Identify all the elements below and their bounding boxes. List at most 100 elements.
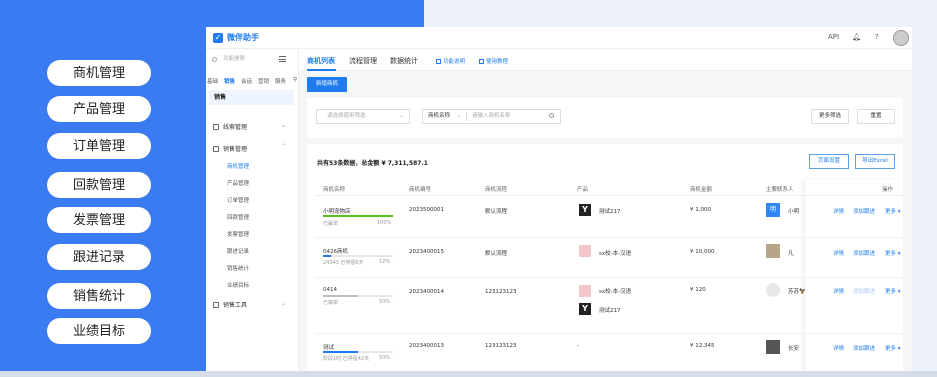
sidebar-item-targets[interactable]: 业绩目标 <box>227 281 249 289</box>
product-image <box>579 245 591 257</box>
field-selector[interactable]: 商机名称 <box>428 110 450 123</box>
more-dropdown[interactable]: 更多 ▾ <box>885 207 901 215</box>
sidebar-item-invoices[interactable]: 发票管理 <box>227 230 249 238</box>
progress-bar <box>323 215 393 217</box>
menu-icon[interactable] <box>279 56 286 62</box>
more-dropdown[interactable]: 更多 ▾ <box>885 249 901 257</box>
help-doc-link[interactable]: 功能说明 <box>436 57 465 65</box>
bell-icon[interactable]: 🔔︎ <box>852 33 861 41</box>
sidebar-tab-service[interactable]: 服务 <box>275 77 286 85</box>
sidebar-search-input[interactable]: 功能搜索 <box>209 54 277 65</box>
more-filters-button[interactable]: 更多筛选 <box>811 109 849 124</box>
pill-menu-item[interactable]: 回款管理 <box>47 172 151 198</box>
stage-status: 已输单 <box>323 300 339 306</box>
chevron-down-icon[interactable]: ⌄ <box>281 300 286 307</box>
process-name: 默认流程 <box>485 209 508 215</box>
stage-percent: 50% <box>379 299 391 305</box>
new-opportunity-button[interactable]: 新增商机 <box>307 77 347 92</box>
doc-icon <box>436 59 441 64</box>
sidebar-item-orders[interactable]: 订单管理 <box>227 196 249 204</box>
product-name[interactable]: 测试217 <box>599 207 621 215</box>
add-followup-link[interactable]: 添加跟进 <box>853 287 875 295</box>
sidebar-tab-marketing[interactable]: 营销 <box>258 77 269 85</box>
add-followup-link[interactable]: 添加跟进 <box>853 344 875 352</box>
main-content: 商机列表 流程管理 数据统计 功能说明 使用教程 新增商机 请选择使用筛选 ⌄ … <box>299 49 912 371</box>
help-icon[interactable]: ? <box>875 33 879 41</box>
sidebar-section-title: 销售 <box>209 90 294 105</box>
tab-process[interactable]: 流程管理 <box>349 56 377 66</box>
pill-menu-item[interactable]: 发票管理 <box>47 207 151 233</box>
search-input[interactable]: 请输入商机名称 <box>472 110 511 123</box>
table-header: 商机名称 商机编号 商机流程 产品 商机金额 主要联系人 操作 <box>315 180 903 196</box>
opportunity-name[interactable]: 测试 <box>323 343 334 351</box>
detail-link[interactable]: 详情 <box>833 249 844 257</box>
export-excel-button[interactable]: 导出Excel <box>855 154 895 169</box>
pill-menu-item[interactable]: 跟进记录 <box>47 244 151 270</box>
contact-name: 苏苏🦅 <box>788 289 806 295</box>
api-link[interactable]: API <box>828 33 839 41</box>
table-row[interactable]: 测试 阶段1时 已停留42天 50% 2023400013 123123123 … <box>315 334 903 371</box>
more-dropdown[interactable]: 更多 ▾ <box>885 344 901 352</box>
bottom-strip <box>0 371 937 377</box>
sidebar-item-sales-stats[interactable]: 销售统计 <box>227 264 249 272</box>
contact-avatar: 明 <box>766 203 780 217</box>
sidebar-group-sales[interactable]: 销售管理 <box>213 144 247 153</box>
stage-percent: 12% <box>379 259 391 265</box>
name-search-field[interactable]: 商机名称 ⌄ 请输入商机名称 <box>422 109 561 124</box>
detail-link[interactable]: 详情 <box>833 207 844 215</box>
tab-opportunity-list[interactable]: 商机列表 <box>307 56 335 66</box>
sidebar-tab-basic[interactable]: 基础 <box>207 77 218 85</box>
more-dropdown[interactable]: 更多 ▾ <box>885 287 901 295</box>
table-row[interactable]: 0414 已输单 50% 2023400014 123123123 sx校-本-… <box>315 278 903 334</box>
product-name[interactable]: sx校-本-汉语 <box>599 249 631 257</box>
search-icon[interactable] <box>549 113 554 118</box>
sidebar-group-tools[interactable]: 销售工具 <box>213 300 247 309</box>
sidebar-tab-chat[interactable]: 会话 <box>241 77 252 85</box>
detail-link[interactable]: 详情 <box>833 344 844 352</box>
user-avatar[interactable] <box>893 30 909 46</box>
opportunity-name[interactable]: 小明宠物店 <box>323 207 351 215</box>
pill-menu-item[interactable]: 产品管理 <box>47 96 151 122</box>
progress-bar <box>323 351 393 353</box>
product-name[interactable]: sx校-本-汉语 <box>599 287 631 295</box>
sidebar-tab-sales[interactable]: 销售 <box>224 77 235 85</box>
logo-icon: ✓ <box>213 33 223 43</box>
chevron-up-icon[interactable]: ⌃ <box>281 143 286 150</box>
sales-icon <box>213 146 219 152</box>
filter-select[interactable]: 请选择使用筛选 ⌄ <box>316 109 410 124</box>
tab-stats[interactable]: 数据统计 <box>390 56 418 66</box>
pill-menu-item[interactable]: 业绩目标 <box>47 318 151 344</box>
sidebar-search-icon[interactable]: ⚲ <box>293 77 297 83</box>
page-settings-button[interactable]: 页面设置 <box>809 154 849 169</box>
progress-fill <box>323 215 393 217</box>
sidebar-item-payments[interactable]: 回款管理 <box>227 213 249 221</box>
pill-menu-item[interactable]: 订单管理 <box>47 133 151 159</box>
sidebar-item-followups[interactable]: 跟进记录 <box>227 247 249 255</box>
stage-percent: 50% <box>379 355 391 361</box>
tutorial-link[interactable]: 使用教程 <box>479 57 508 65</box>
column-header: 商机编号 <box>409 187 432 193</box>
add-followup-link[interactable]: 添加跟进 <box>853 249 875 257</box>
summary-text: 共有53条数据，总金额 ¥ 7,311,587.1 <box>317 160 428 167</box>
leads-icon <box>213 124 219 130</box>
stage-percent: 100% <box>377 220 392 226</box>
pill-menu-item[interactable]: 商机管理 <box>47 60 151 86</box>
opportunity-name[interactable]: 0414 <box>323 287 337 293</box>
reset-button[interactable]: 重置 <box>857 109 895 124</box>
sidebar-group-leads[interactable]: 线索管理 <box>213 122 247 131</box>
detail-link[interactable]: 详情 <box>833 287 844 295</box>
opportunity-name[interactable]: 0426商机 <box>323 247 348 255</box>
chevron-down-icon[interactable]: ⌄ <box>281 122 286 129</box>
pill-menu-item[interactable]: 销售统计 <box>47 283 151 309</box>
table-row[interactable]: 0426商机 24343 已停留6天 12% 2023400015 默认流程 s… <box>315 238 903 278</box>
chevron-down-icon: ⌄ <box>457 113 462 119</box>
doc-icon <box>479 59 484 64</box>
sidebar-item-products[interactable]: 产品管理 <box>227 179 249 187</box>
sidebar-item-opportunities[interactable]: 商机管理 <box>227 162 249 170</box>
add-followup-link[interactable]: 添加跟进 <box>853 207 875 215</box>
product-name[interactable]: 测试217 <box>599 306 621 314</box>
opportunity-number: 2023400013 <box>409 343 444 349</box>
table-row[interactable]: 小明宠物店 已赢单 100% 2023500001 默认流程 Y 测试217 ¥… <box>315 196 903 238</box>
stage-status: 阶段1时 已停留42天 <box>323 356 370 362</box>
filter-select-placeholder: 请选择使用筛选 <box>327 113 366 119</box>
